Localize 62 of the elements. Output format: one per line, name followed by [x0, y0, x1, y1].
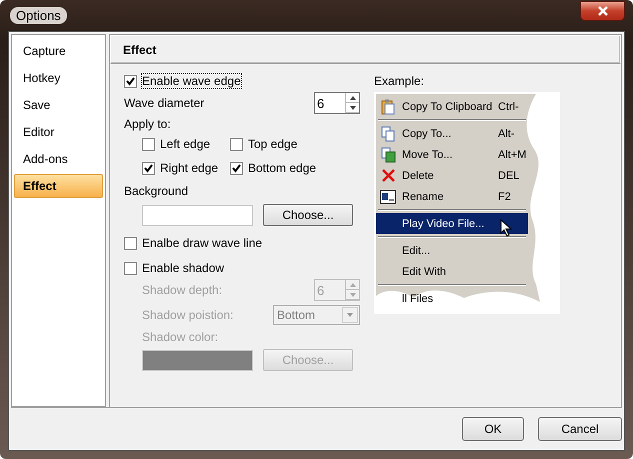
color-swatch[interactable] [142, 350, 253, 370]
menu-item[interactable]: Copy To Clipboard Ctrl- [376, 96, 528, 117]
sidebar-item[interactable]: Editor [14, 120, 103, 144]
window-title: Options [10, 7, 67, 24]
sidebar-item[interactable]: Add-ons [14, 147, 103, 171]
checkbox[interactable] [142, 162, 155, 174]
shortcut-text: Ctrl- [498, 100, 520, 112]
sidebar-item[interactable]: Effect [14, 174, 103, 198]
checkbox-label: Enable shadow [142, 261, 224, 275]
checkbox-label: Top edge [248, 137, 298, 151]
checkbox[interactable] [124, 262, 137, 274]
copy-icon [380, 126, 396, 142]
dialog-button[interactable]: OK [462, 417, 524, 441]
shortcut-text: F2 [498, 190, 512, 202]
sidebar-item[interactable]: Hotkey [14, 66, 103, 90]
menu-item[interactable]: Rename F2 [376, 186, 528, 207]
checkbox[interactable] [230, 138, 243, 150]
checkbox[interactable] [124, 236, 137, 250]
up-arrow-icon [350, 282, 356, 286]
checkbox-label: Right edge [160, 161, 218, 175]
menu-item[interactable]: Play Video File... [376, 213, 528, 234]
field-label: Shadow depth: [142, 283, 222, 297]
group-label: Apply to: [124, 117, 171, 131]
menu-item[interactable]: Edit... [376, 240, 528, 261]
field-label: Background [124, 184, 188, 198]
menu-item[interactable]: ll Files [376, 288, 528, 309]
close-icon [598, 6, 608, 16]
dialog-button[interactable]: Cancel [538, 417, 622, 441]
choose-button[interactable]: Choose... [263, 204, 353, 226]
menu-item[interactable]: Copy To... Alt- [376, 123, 528, 144]
color-swatch[interactable] [142, 204, 253, 226]
field-label: Shadow color: [142, 330, 218, 344]
checkbox[interactable] [230, 162, 243, 174]
spin-field[interactable]: 6 [314, 92, 360, 114]
example-label: Example: [374, 74, 426, 88]
menu-item[interactable]: Move To... Alt+M [376, 144, 528, 165]
shortcut-text: DEL [498, 170, 520, 182]
cursor-icon [500, 219, 512, 237]
sidebar-item[interactable]: Capture [14, 39, 103, 63]
shortcut-text: Alt+M [498, 148, 528, 160]
up-arrow-icon [350, 96, 356, 100]
checkbox[interactable] [124, 74, 137, 88]
close-button[interactable] [580, 0, 625, 20]
close-icon [380, 168, 396, 183]
shortcut-text: Alt- [498, 128, 516, 140]
sidebar-item[interactable]: Save [14, 93, 103, 117]
menu-item[interactable]: Edit With [376, 261, 528, 282]
checkbox[interactable] [142, 138, 155, 150]
menu-item[interactable]: Delete DEL [376, 165, 528, 186]
field-label: Wave diameter [124, 96, 204, 110]
down-arrow-icon [350, 292, 356, 296]
down-arrow-icon [350, 106, 356, 110]
checkbox-label: Left edge [160, 137, 210, 151]
checkbox-label: Bottom edge [248, 161, 316, 175]
checkbox-label: Enalbe draw wave line [142, 236, 262, 250]
clipboard-icon [381, 98, 395, 114]
document-icon [380, 146, 396, 162]
text-field-icon [380, 190, 396, 204]
field-label: Shadow poistion: [142, 308, 234, 322]
down-arrow-icon [347, 313, 353, 317]
panel-title: Effect [110, 35, 621, 64]
checkbox-label: Enable wave edge [142, 74, 241, 88]
